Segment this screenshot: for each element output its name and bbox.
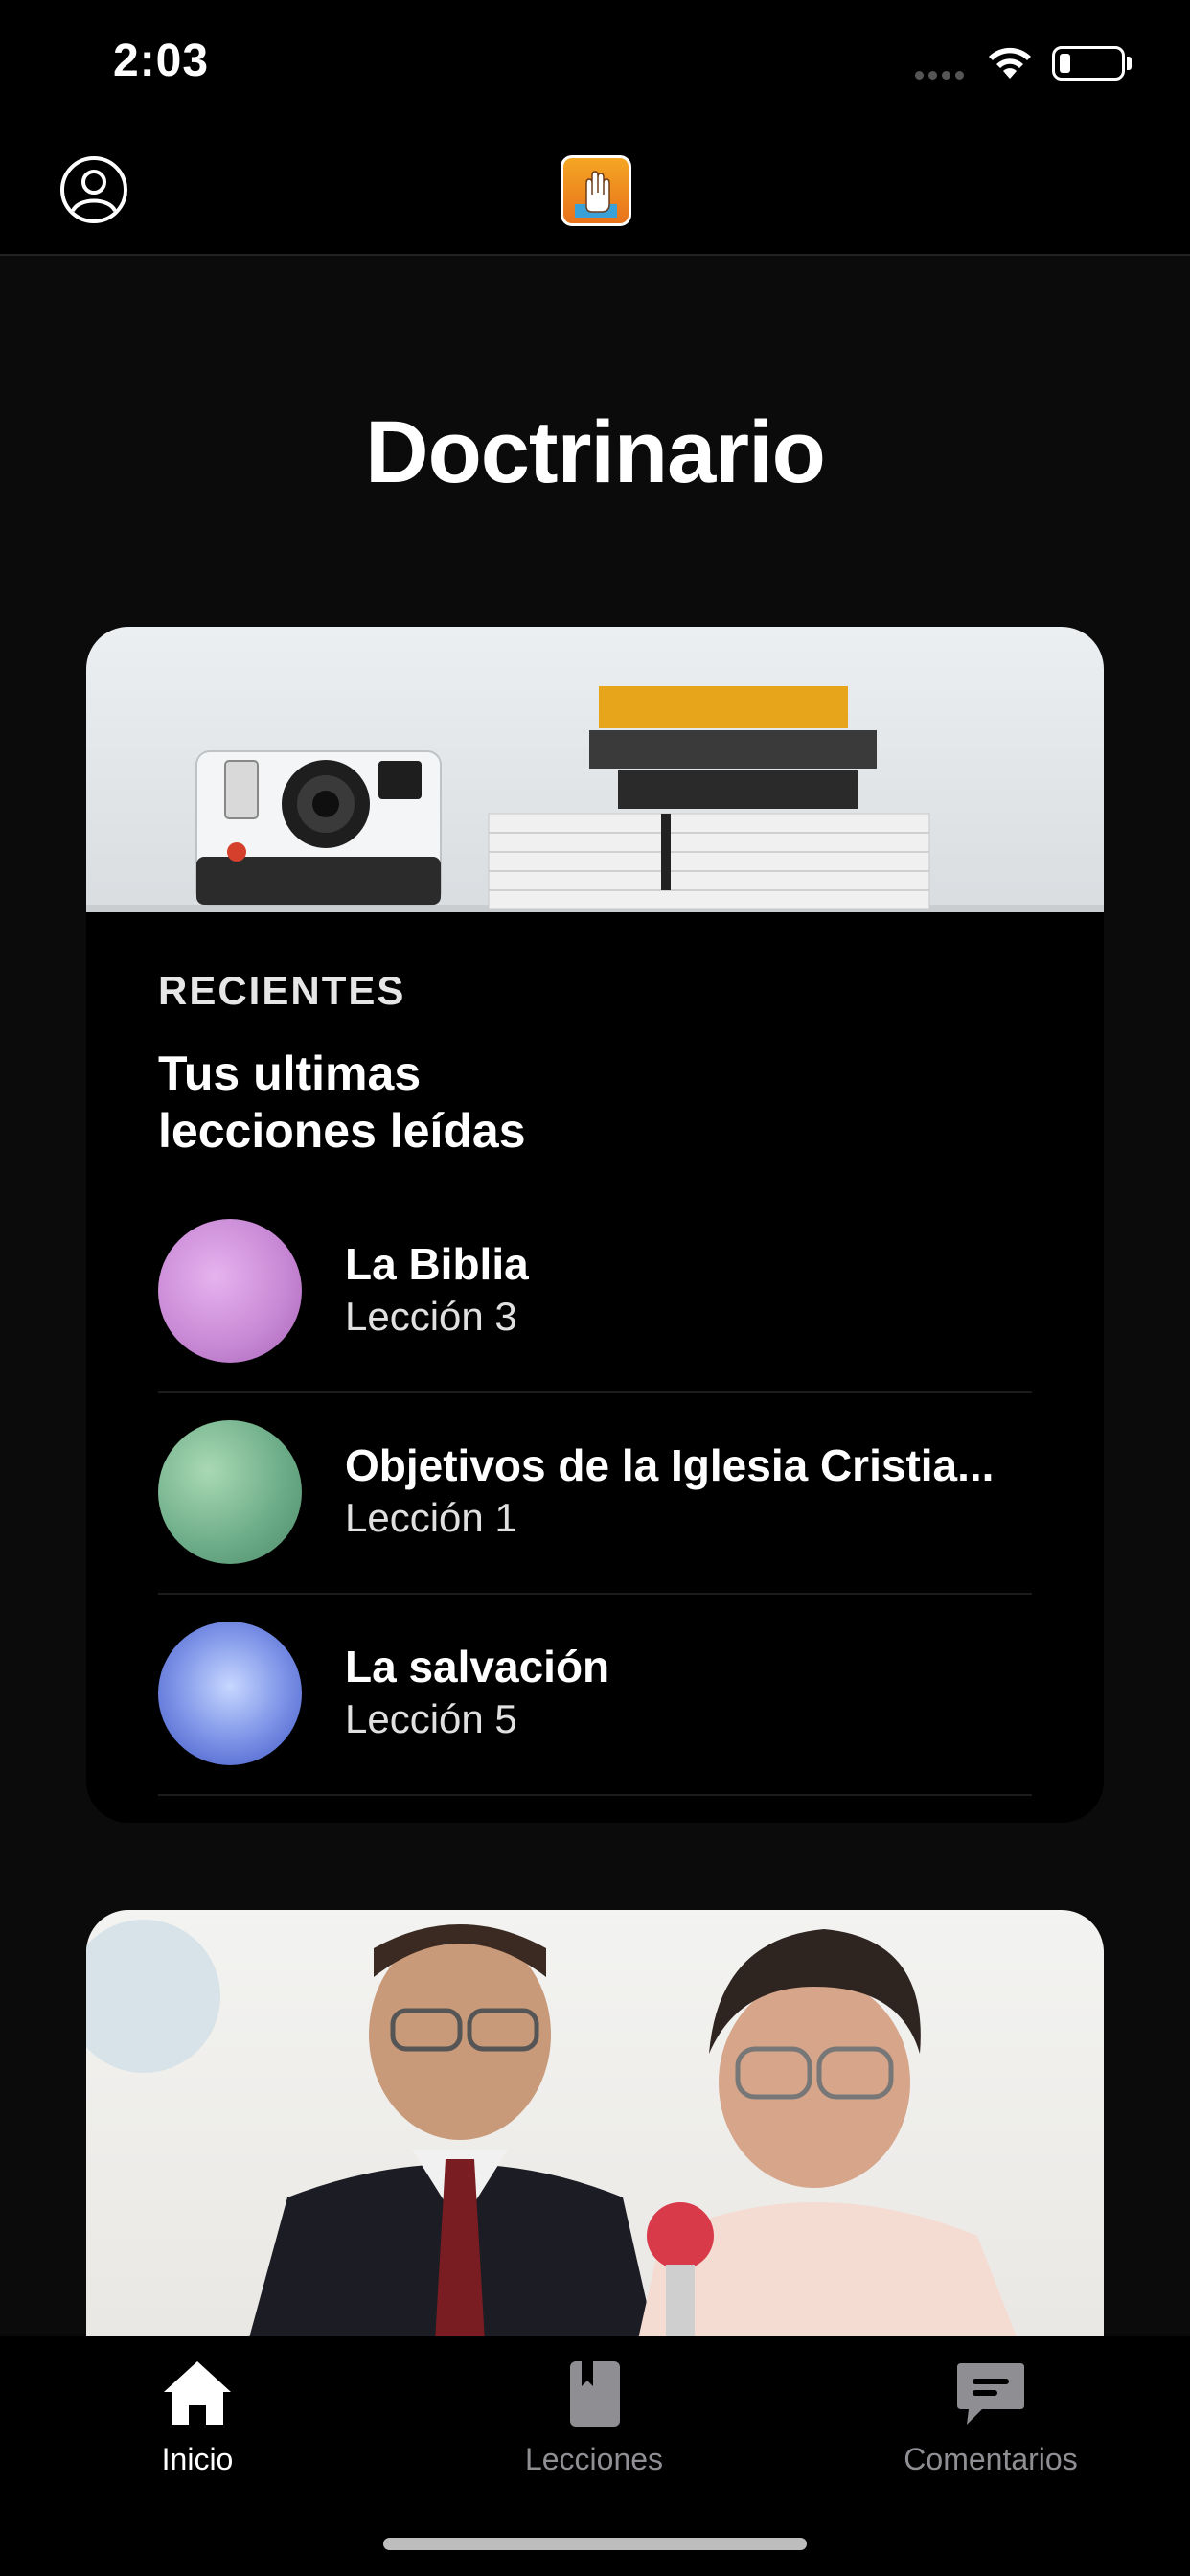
tab-label: Comentarios bbox=[904, 2442, 1078, 2476]
status-time: 2:03 bbox=[113, 35, 210, 86]
lesson-row[interactable]: Objetivos de la Iglesia Cristia... Lecci… bbox=[158, 1420, 1032, 1622]
lesson-title: Objetivos de la Iglesia Cristia... bbox=[345, 1440, 995, 1490]
book-icon bbox=[570, 2361, 620, 2426]
lesson-title: La Biblia bbox=[345, 1239, 529, 1289]
chat-icon bbox=[957, 2363, 1024, 2425]
lesson-subtitle: Lección 1 bbox=[345, 1495, 517, 1540]
lesson-row[interactable]: La salvación Lección 5 bbox=[158, 1622, 1032, 1823]
tab-label: Lecciones bbox=[524, 2442, 664, 2476]
section-title: Tus ultimas lecciones leídas bbox=[158, 1045, 829, 1160]
featured-photo-card[interactable] bbox=[86, 1910, 1104, 2408]
lesson-thumbnail bbox=[158, 1219, 302, 1363]
hand-raise-icon bbox=[575, 171, 617, 218]
lesson-subtitle: Lección 5 bbox=[345, 1696, 517, 1741]
card-hero-image bbox=[86, 627, 1104, 912]
lesson-title: La salvación bbox=[345, 1642, 610, 1691]
section-title-line-1: Tus ultimas bbox=[158, 1046, 422, 1100]
tab-lecciones[interactable]: Lecciones bbox=[450, 2356, 738, 2499]
user-circle-icon[interactable] bbox=[59, 155, 128, 224]
lesson-subtitle: Lección 3 bbox=[345, 1294, 517, 1339]
divider bbox=[158, 1794, 1032, 1796]
divider bbox=[158, 1392, 1032, 1393]
recent-lessons-card[interactable]: RECIENTES Tus ultimas lecciones leídas L… bbox=[86, 627, 1104, 1823]
page-title: Doctrinario bbox=[365, 403, 826, 501]
tab-comentarios[interactable]: Comentarios bbox=[847, 2356, 1134, 2499]
tab-inicio[interactable]: Inicio bbox=[54, 2356, 341, 2499]
battery-cap bbox=[1127, 57, 1132, 70]
home-icon bbox=[164, 2361, 231, 2425]
app-logo bbox=[561, 155, 631, 226]
top-navigation-bar bbox=[0, 129, 1190, 256]
lesson-thumbnail bbox=[158, 1420, 302, 1564]
lesson-row[interactable]: La Biblia Lección 3 bbox=[158, 1219, 1032, 1420]
tab-label: Inicio bbox=[161, 2442, 234, 2476]
camera-books-illustration bbox=[86, 686, 1104, 912]
wifi-icon bbox=[989, 47, 1031, 79]
status-bar: 2:03 bbox=[0, 0, 1190, 129]
battery-icon bbox=[1052, 46, 1125, 80]
divider bbox=[158, 1593, 1032, 1595]
section-label: RECIENTES bbox=[158, 968, 406, 1013]
lesson-thumbnail bbox=[158, 1622, 302, 1765]
home-indicator bbox=[383, 2538, 807, 2550]
cellular-signal-icon bbox=[915, 67, 969, 84]
section-title-line-2: lecciones leídas bbox=[158, 1104, 526, 1158]
couple-photo bbox=[86, 1920, 1044, 2408]
